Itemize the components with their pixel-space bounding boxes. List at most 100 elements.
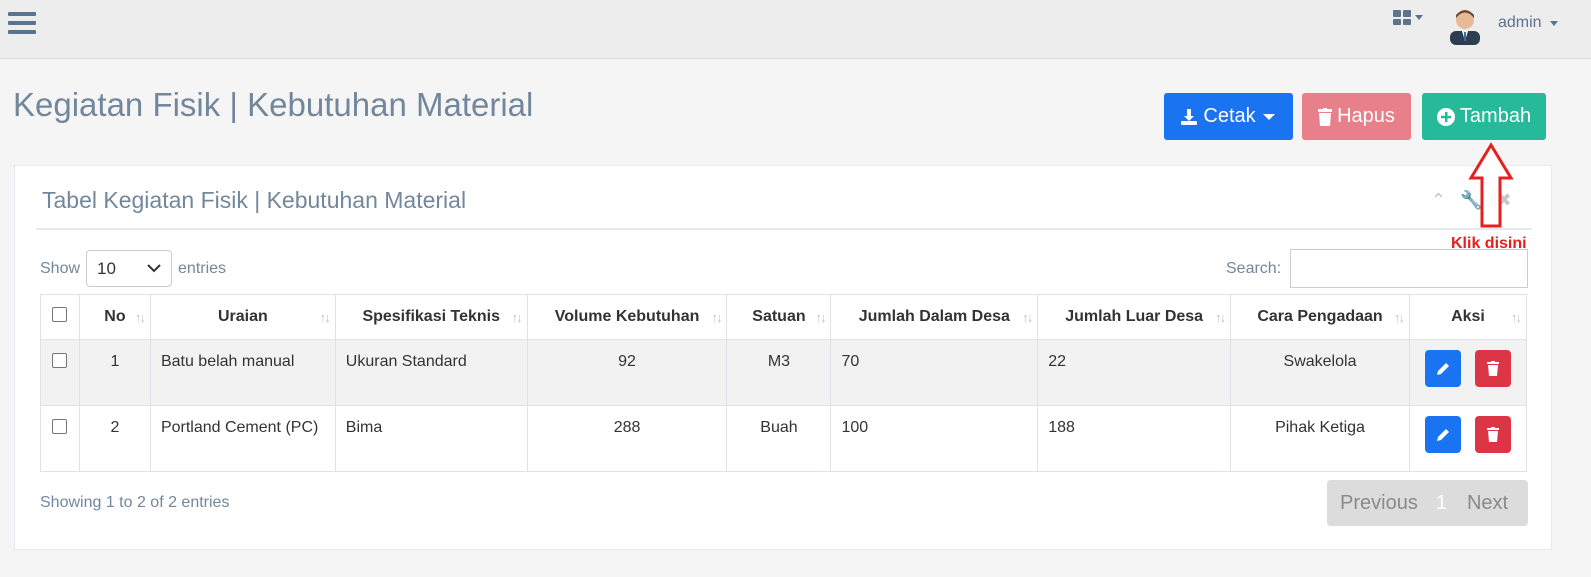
next-button[interactable]: Next (1467, 492, 1508, 515)
sort-icon: ↑↓ (1393, 310, 1405, 325)
chevron-down-icon (147, 264, 161, 273)
search-input[interactable] (1290, 249, 1528, 288)
col-label: No (104, 308, 126, 325)
cell-dalam-desa: 70 (830, 339, 1039, 406)
cell-spesifikasi: Bima (334, 405, 528, 472)
entries-select[interactable]: 10 (86, 250, 173, 287)
chevron-down-icon (1262, 113, 1275, 120)
search-label: Search: (1226, 260, 1282, 277)
cell-uraian: Portland Cement (PC) (149, 405, 336, 472)
menu-toggle-icon[interactable] (8, 12, 36, 38)
table-header-row: No ↑↓ Uraian ↑↓ Spesifikasi Teknis ↑↓ Volum… (40, 294, 1528, 340)
delete-row-button[interactable] (1474, 350, 1511, 387)
delete-row-button[interactable] (1474, 416, 1511, 453)
print-button[interactable]: Cetak (1164, 93, 1293, 140)
annotation-arrow-icon (1468, 142, 1514, 228)
sort-icon: ↑↓ (1022, 310, 1033, 325)
col-luar-desa[interactable]: Jumlah Luar Desa ↑↓ (1037, 294, 1232, 340)
col-uraian[interactable]: Uraian ↑↓ (149, 294, 336, 340)
print-button-label: Cetak (1203, 105, 1256, 127)
select-all-checkbox[interactable] (52, 307, 68, 322)
cell-spesifikasi: Ukuran Standard (334, 339, 528, 406)
col-label: Jumlah Dalam Desa (858, 308, 1010, 325)
col-dalam-desa[interactable]: Jumlah Dalam Desa ↑↓ (830, 294, 1039, 340)
pencil-icon (1436, 428, 1449, 441)
cell-volume: 288 (526, 405, 728, 472)
sort-icon: ↑↓ (134, 310, 146, 325)
cell-dalam-desa: 100 (830, 405, 1039, 472)
data-table: No ↑↓ Uraian ↑↓ Spesifikasi Teknis ↑↓ Volum… (40, 294, 1528, 472)
sort-icon: ↑↓ (319, 310, 331, 325)
cell-no: 2 (78, 405, 151, 472)
avatar[interactable] (1446, 5, 1484, 45)
col-label: Spesifikasi Teknis (362, 308, 500, 325)
user-name: admin (1498, 14, 1542, 31)
cell-luar-desa: 22 (1037, 339, 1232, 406)
col-label: Uraian (217, 308, 268, 325)
table-info: Showing 1 to 2 of 2 entries (40, 494, 230, 511)
page-1-button[interactable]: 1 (1436, 492, 1447, 515)
row-checkbox[interactable] (52, 353, 68, 368)
cell-satuan: M3 (726, 339, 832, 406)
col-satuan[interactable]: Satuan ↑↓ (726, 294, 832, 340)
row-checkbox[interactable] (52, 419, 68, 434)
sort-icon: ↑↓ (1215, 310, 1226, 325)
trash-icon (1318, 107, 1333, 126)
cell-no: 1 (78, 339, 151, 406)
sort-icon: ↑↓ (815, 310, 826, 325)
show-label: Show (40, 259, 81, 277)
sort-icon: ↑↓ (711, 310, 722, 325)
col-spesifikasi[interactable]: Spesifikasi Teknis ↑↓ (334, 294, 528, 340)
row-select-cell (40, 339, 80, 406)
cell-uraian: Batu belah manual (149, 339, 336, 406)
cell-volume: 92 (526, 339, 728, 406)
cell-pengadaan: Pihak Ketiga (1230, 405, 1410, 472)
chevron-down-icon (1549, 20, 1558, 26)
delete-button[interactable]: Hapus (1302, 93, 1411, 140)
edit-button[interactable] (1424, 350, 1461, 387)
sort-icon: ↑↓ (1511, 310, 1522, 325)
table-row: 1 Batu belah manual Ukuran Standard 92 M… (40, 339, 1528, 406)
cell-aksi (1408, 405, 1528, 472)
apps-dropdown[interactable] (1393, 10, 1423, 25)
cell-pengadaan: Swakelola (1230, 339, 1410, 406)
pagination: Previous 1 Next (1327, 480, 1528, 526)
page-title: Kegiatan Fisik | Kebutuhan Material (13, 86, 534, 123)
col-label: Cara Pengadaan (1257, 308, 1383, 325)
cell-satuan: Buah (726, 405, 832, 472)
col-label: Volume Kebutuhan (554, 308, 700, 325)
plus-circle-icon (1436, 107, 1455, 126)
add-button[interactable]: Tambah (1422, 93, 1546, 140)
panel-title: Tabel Kegiatan Fisik | Kebutuhan Materia… (42, 187, 467, 213)
chevron-down-icon (1415, 15, 1423, 20)
entries-control: Show 10 entries (40, 250, 226, 287)
trash-icon (1486, 361, 1499, 376)
annotation-label: Klik disini (1451, 235, 1527, 252)
delete-button-label: Hapus (1337, 105, 1395, 127)
col-aksi[interactable]: Aksi ↑↓ (1408, 294, 1528, 340)
table-panel: Tabel Kegiatan Fisik | Kebutuhan Materia… (14, 165, 1552, 550)
add-button-label: Tambah (1459, 105, 1532, 127)
previous-button[interactable]: Previous (1340, 492, 1418, 515)
download-icon (1181, 108, 1198, 125)
col-pengadaan[interactable]: Cara Pengadaan ↑↓ (1230, 294, 1410, 340)
cell-aksi (1408, 339, 1528, 406)
col-label: Aksi (1451, 308, 1485, 325)
divider (36, 228, 1532, 230)
col-label: Satuan (752, 308, 806, 325)
entries-label: entries (178, 259, 227, 277)
col-volume[interactable]: Volume Kebutuhan ↑↓ (526, 294, 728, 340)
collapse-icon[interactable]: ⌃ (1431, 190, 1446, 211)
top-nav: admin (0, 0, 1591, 59)
user-menu[interactable]: admin (1498, 14, 1558, 32)
grid-icon (1393, 10, 1411, 25)
sort-icon: ↑↓ (511, 310, 523, 325)
edit-button[interactable] (1424, 416, 1461, 453)
trash-icon (1486, 427, 1499, 442)
select-all-header (40, 294, 80, 340)
table-row: 2 Portland Cement (PC) Bima 288 Buah 100… (40, 405, 1528, 472)
col-no[interactable]: No ↑↓ (78, 294, 151, 340)
col-label: Jumlah Luar Desa (1065, 308, 1204, 325)
row-select-cell (40, 405, 80, 472)
pencil-icon (1436, 362, 1449, 375)
